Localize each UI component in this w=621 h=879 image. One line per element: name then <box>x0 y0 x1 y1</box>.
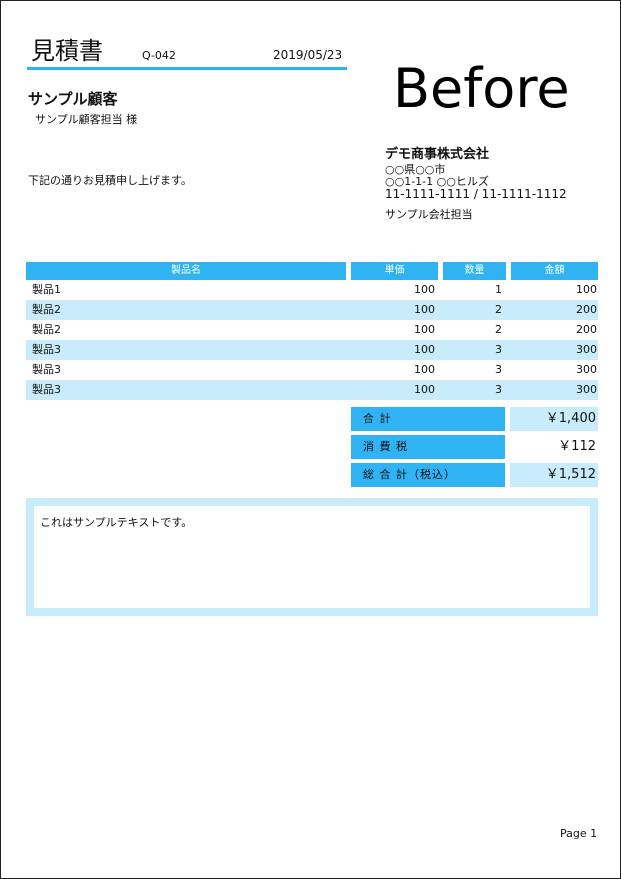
cell-amount: 100 <box>576 283 597 296</box>
document-title: 見積書 <box>31 37 103 65</box>
client-name: サンプル顧客 <box>28 90 118 108</box>
quote-document: 見積書 Q-042 2019/05/23 Before サンプル顧客 サンプル顧… <box>0 0 621 879</box>
items-table: 製品名 単価 数量 金額 製品1 100 1 100 製品2 100 2 200 製品2 100 2… <box>26 262 598 400</box>
tax-row: 消 費 税 ￥112 <box>351 435 598 459</box>
tax-label: 消 費 税 <box>351 435 505 459</box>
cell-unit-price: 100 <box>414 383 435 396</box>
cell-product-name: 製品1 <box>32 283 61 296</box>
table-row: 製品2 100 2 200 <box>26 300 598 320</box>
notes-text: これはサンプルテキストです。 <box>40 516 193 529</box>
table-row: 製品1 100 1 100 <box>26 280 598 300</box>
before-watermark: Before <box>393 57 570 120</box>
notes-box: これはサンプルテキストです。 <box>26 498 598 616</box>
col-quantity: 数量 <box>443 262 506 280</box>
subtotal-value: ￥1,400 <box>510 407 598 431</box>
company-contact: サンプル会社担当 <box>385 208 473 221</box>
cell-unit-price: 100 <box>414 363 435 376</box>
subtotal-label: 合 計 <box>351 407 505 431</box>
cell-product-name: 製品3 <box>32 343 61 356</box>
cell-product-name: 製品3 <box>32 383 61 396</box>
grand-total-row: 総 合 計（税込） ￥1,512 <box>351 463 598 487</box>
cell-quantity: 1 <box>495 283 502 296</box>
table-row: 製品3 100 3 300 <box>26 380 598 400</box>
company-phone: 11-1111-1111 / 11-1111-1112 <box>385 187 567 201</box>
cell-amount: 200 <box>576 303 597 316</box>
col-amount: 金額 <box>511 262 598 280</box>
cell-quantity: 3 <box>495 363 502 376</box>
items-header: 製品名 単価 数量 金額 <box>26 262 598 280</box>
company-name: デモ商事株式会社 <box>385 147 490 162</box>
items-body: 製品1 100 1 100 製品2 100 2 200 製品2 100 2 200 製品3 100 3 300… <box>26 280 598 400</box>
cell-amount: 300 <box>576 383 597 396</box>
cell-amount: 200 <box>576 323 597 336</box>
table-row: 製品2 100 2 200 <box>26 320 598 340</box>
cell-quantity: 2 <box>495 303 502 316</box>
cell-unit-price: 100 <box>414 303 435 316</box>
cell-amount: 300 <box>576 363 597 376</box>
col-unit-price: 単価 <box>351 262 438 280</box>
cell-unit-price: 100 <box>414 343 435 356</box>
quote-date: 2019/05/23 <box>273 48 343 62</box>
client-contact: サンプル顧客担当 様 <box>35 113 138 126</box>
tax-value: ￥112 <box>558 439 596 454</box>
title-underline <box>27 67 347 70</box>
cell-unit-price: 100 <box>414 323 435 336</box>
subtotal-row: 合 計 ￥1,400 <box>351 407 598 431</box>
table-row: 製品3 100 3 300 <box>26 360 598 380</box>
cell-product-name: 製品2 <box>32 303 61 316</box>
cell-quantity: 2 <box>495 323 502 336</box>
quote-number: Q-042 <box>142 49 176 62</box>
table-row: 製品3 100 3 300 <box>26 340 598 360</box>
cell-amount: 300 <box>576 343 597 356</box>
cell-quantity: 3 <box>495 383 502 396</box>
intro-text: 下記の通りお見積申し上げます。 <box>28 174 192 187</box>
cell-product-name: 製品3 <box>32 363 61 376</box>
grand-total-value: ￥1,512 <box>510 463 598 487</box>
cell-quantity: 3 <box>495 343 502 356</box>
cell-unit-price: 100 <box>414 283 435 296</box>
page-number: Page 1 <box>560 827 598 840</box>
grand-total-label: 総 合 計（税込） <box>351 463 505 487</box>
cell-product-name: 製品2 <box>32 323 61 336</box>
col-product-name: 製品名 <box>26 262 346 280</box>
